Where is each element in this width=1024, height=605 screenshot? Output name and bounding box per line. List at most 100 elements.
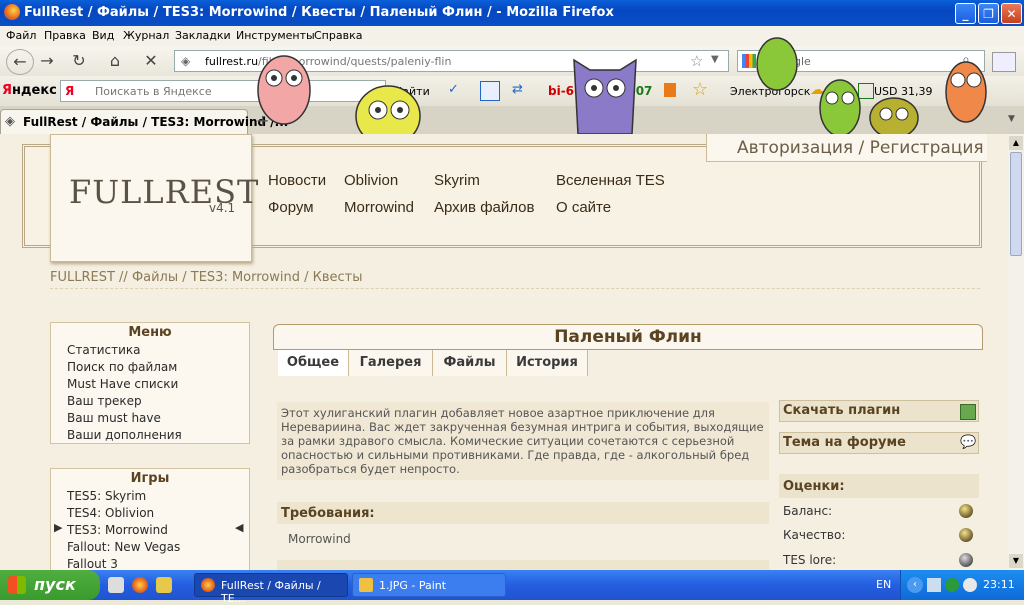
task-firefox-label: FullRest / Файлы / TE... [221, 579, 321, 605]
sidebar-game-fallout3[interactable]: Fallout 3 [67, 557, 118, 570]
clock: 23:11 [983, 578, 1015, 591]
sidebar-item-your-addons[interactable]: Ваши дополнения [67, 428, 182, 442]
firefox-icon [4, 4, 20, 20]
reload-icon[interactable]: ↻ [66, 49, 92, 73]
close-button[interactable]: ✕ [1001, 3, 1022, 24]
site-identity-icon[interactable]: ◈ [181, 54, 190, 68]
yandex-placeholder: Поискать в Яндексе [95, 85, 212, 98]
site-logo[interactable]: FULLREST v4.1 [50, 134, 258, 262]
download-label: Скачать плагин [783, 403, 901, 418]
home-icon[interactable]: ⌂ [102, 49, 128, 73]
menu-history[interactable]: Журнал [123, 29, 169, 42]
tab-gallery[interactable]: Галерея [349, 350, 433, 376]
task-firefox[interactable]: FullRest / Файлы / TE... [194, 573, 348, 605]
page-content: FULLREST v4.1 Новости Oblivion Skyrim Вс… [0, 134, 1008, 570]
menu-edit[interactable]: Правка [44, 29, 86, 42]
quicklaunch-app-icon[interactable] [108, 577, 124, 593]
yandex-brand[interactable]: Яндекс [2, 83, 57, 98]
antivirus-icon[interactable] [945, 578, 959, 592]
sidebar-game-skyrim[interactable]: TES5: Skyrim [67, 489, 146, 503]
sidebar-menu-title: Меню [128, 325, 172, 340]
title-bar: FullRest / Файлы / TES3: Morrowind / Кве… [0, 0, 1024, 26]
file-description: Этот хулиганский плагин добавляет новое … [277, 402, 769, 480]
file-title: Паленый Флин [554, 327, 702, 347]
nav-archive[interactable]: Архив файлов [434, 199, 535, 216]
nav-morrowind[interactable]: Morrowind [344, 199, 414, 216]
forum-topic-button[interactable]: Тема на форуме 💬 [779, 432, 979, 454]
breadcrumb: FULLREST // Файлы / TES3: Morrowind / Кв… [50, 270, 980, 289]
sidebar-games: Игры TES5: Skyrim TES4: Oblivion TES3: M… [50, 468, 250, 570]
owl-pink-icon [257, 55, 311, 125]
firefox-task-icon [201, 578, 215, 592]
maximize-button[interactable]: ❐ [978, 3, 999, 24]
requirements-value[interactable]: Morrowind [288, 532, 351, 546]
sidebar-item-stats[interactable]: Статистика [67, 343, 141, 357]
vertical-scrollbar[interactable]: ▲ ▼ [1008, 134, 1024, 570]
tray-expand-icon[interactable]: ‹ [907, 577, 923, 593]
rating-quality-icon[interactable] [959, 528, 973, 542]
stop-icon[interactable]: ✕ [138, 49, 164, 73]
owl-green-icon [756, 37, 861, 134]
rating-lore: TES lore: [783, 553, 837, 567]
auth-link[interactable]: Авторизация / Регистрация [737, 138, 984, 158]
tab-general[interactable]: Общее [278, 350, 349, 376]
rating-balance-icon[interactable] [959, 504, 973, 518]
menu-view[interactable]: Вид [92, 29, 114, 42]
scroll-down-icon[interactable]: ▼ [1009, 554, 1023, 568]
nav-oblivion[interactable]: Oblivion [344, 172, 398, 189]
menu-file[interactable]: Файл [6, 29, 36, 42]
forward-icon[interactable]: → [34, 49, 60, 73]
owl-olive-icon [869, 97, 919, 134]
sidebar-item-must-have-lists[interactable]: Must Have списки [67, 377, 178, 391]
taskbar: пуск FullRest / Файлы / TE... 1.JPG - Pa… [0, 570, 1024, 605]
quicklaunch-firefox-icon[interactable] [132, 577, 148, 593]
arrow-right-icon: ▶ [54, 521, 63, 534]
sidebar-item-your-must-have[interactable]: Ваш must have [67, 411, 161, 425]
sidebar-game-new-vegas[interactable]: Fallout: New Vegas [67, 540, 180, 554]
tab-files[interactable]: Файлы [433, 350, 507, 376]
requirements-header: Требования: [277, 502, 769, 524]
tab-history[interactable]: История [507, 350, 588, 376]
nav-news[interactable]: Новости [268, 172, 326, 189]
start-label: пуск [34, 575, 76, 594]
tray-app-icon[interactable] [963, 578, 977, 592]
language-indicator[interactable]: EN [876, 578, 891, 591]
nav-skyrim[interactable]: Skyrim [434, 172, 480, 189]
yandex-icon: Я [65, 84, 75, 98]
nav-tes-universe[interactable]: Вселенная TES [556, 172, 665, 189]
fullrest-favicon: ◈ [5, 114, 15, 129]
sidebar-item-file-search[interactable]: Поиск по файлам [67, 360, 177, 374]
nav-forum[interactable]: Форум [268, 199, 314, 216]
breadcrumb-text[interactable]: FULLREST // Файлы / TES3: Morrowind / Кв… [50, 270, 363, 285]
yandex-brand-rest: ндекс [12, 83, 57, 98]
quicklaunch-tool-icon[interactable] [156, 577, 172, 593]
download-button[interactable]: Скачать плагин [779, 400, 979, 422]
rating-balance: Баланс: [783, 504, 833, 518]
forum-topic-label: Тема на форуме [783, 435, 906, 450]
scroll-up-icon[interactable]: ▲ [1009, 136, 1023, 150]
nav-about[interactable]: О сайте [556, 199, 611, 216]
yandex-brand-initial: Я [2, 83, 13, 98]
minimize-button[interactable]: _ [955, 3, 976, 24]
system-tray: ‹ 23:11 [900, 570, 1024, 600]
scroll-thumb[interactable] [1010, 152, 1022, 256]
speech-bubble-icon: 💬 [960, 435, 977, 450]
rating-lore-icon[interactable] [959, 553, 973, 567]
sidebar-game-oblivion[interactable]: TES4: Oblivion [67, 506, 154, 520]
arrow-left-icon: ◀ [235, 521, 244, 534]
window-title: FullRest / Файлы / TES3: Morrowind / Кве… [24, 5, 614, 20]
owl-purple-icon [573, 58, 637, 134]
back-icon[interactable]: ← [6, 49, 34, 75]
paint-icon [359, 578, 373, 592]
network-icon[interactable] [927, 578, 941, 592]
sidebar-game-morrowind[interactable]: TES3: Morrowind [67, 523, 168, 537]
logo-version: v4.1 [209, 201, 236, 215]
menu-bookmarks[interactable]: Закладки [175, 29, 231, 42]
next-section-header [277, 560, 769, 570]
task-paint[interactable]: 1.JPG - Paint [352, 573, 506, 597]
start-button[interactable]: пуск [0, 570, 100, 600]
windows-logo-icon [8, 576, 26, 594]
sidebar-item-tracker[interactable]: Ваш трекер [67, 394, 142, 408]
auth-panel[interactable]: Авторизация / Регистрация [706, 134, 987, 162]
tab-fullrest[interactable]: ◈ FullRest / Файлы / TES3: Morrowind /..… [0, 109, 288, 134]
